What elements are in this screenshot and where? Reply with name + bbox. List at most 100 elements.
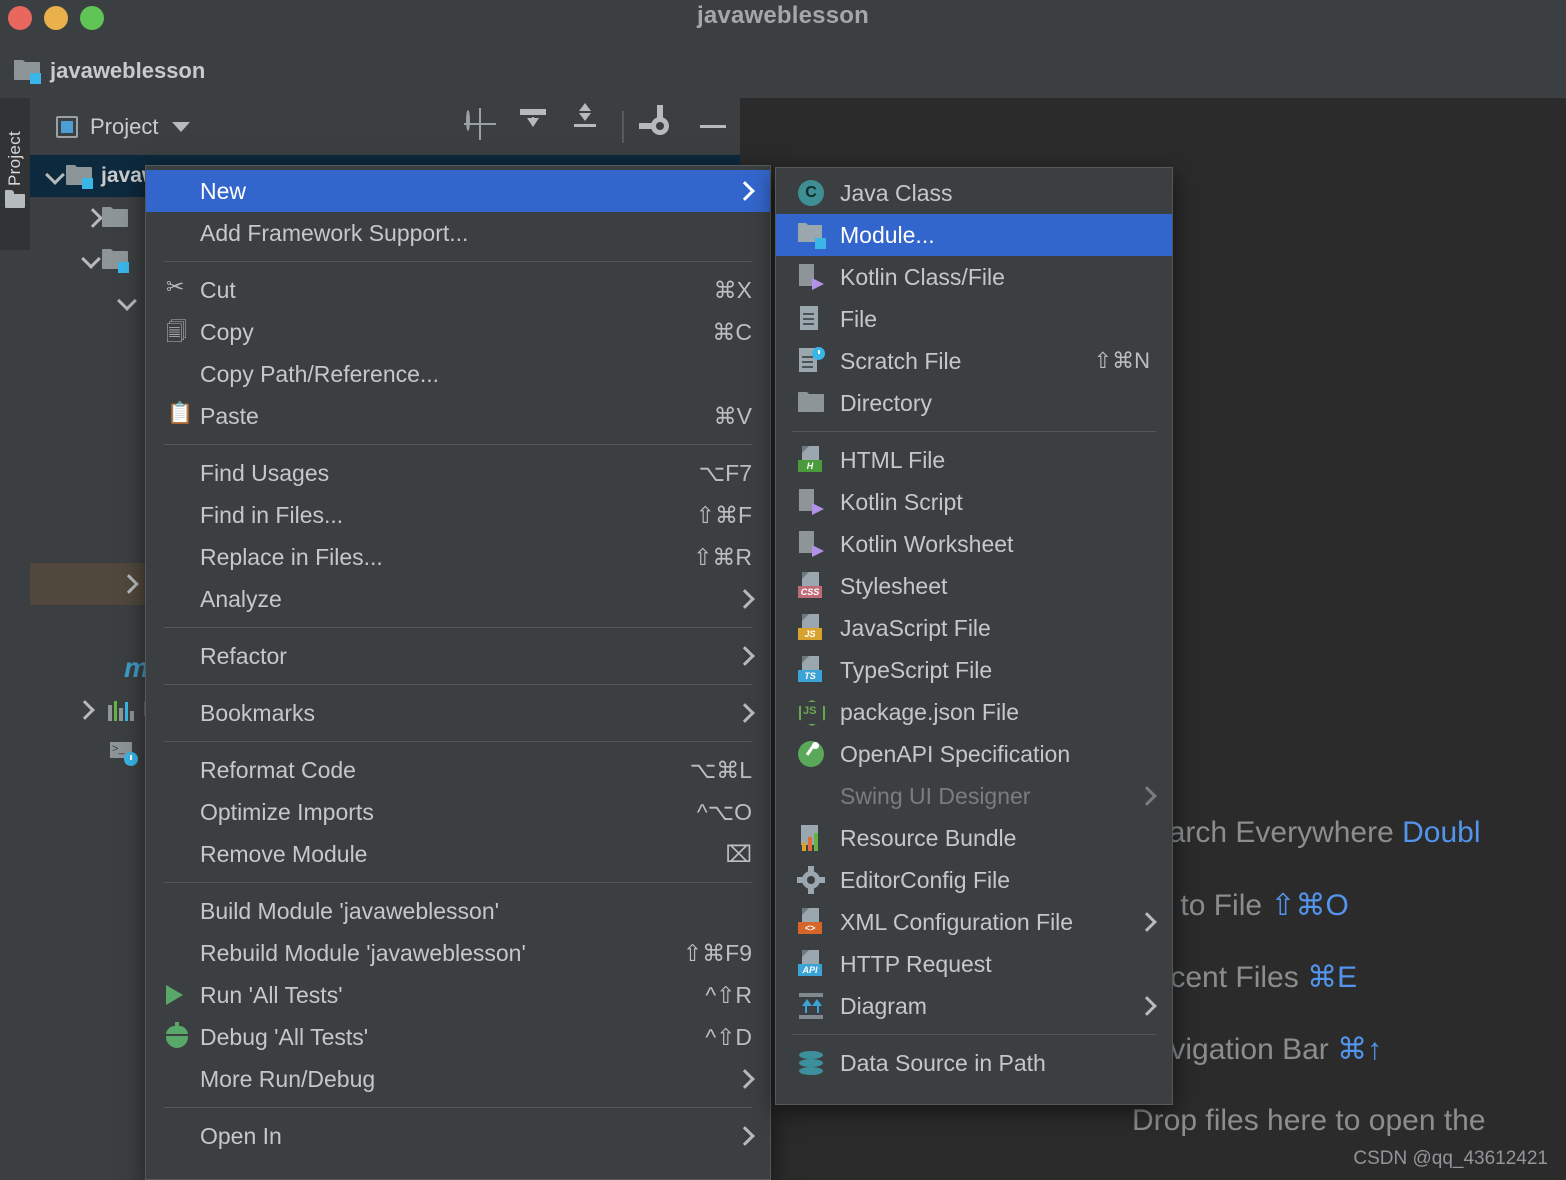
scratches-icon: >_ xyxy=(110,741,138,766)
menu-item-more-run-debug[interactable]: More Run/Debug xyxy=(146,1058,770,1100)
submenu-item-swing-ui-designer[interactable]: Swing UI Designer xyxy=(776,775,1172,817)
menu-item-label: Copy xyxy=(200,318,254,345)
hide-tool-window-icon[interactable] xyxy=(698,112,728,142)
submenu-item-editorconfig-file[interactable]: EditorConfig File xyxy=(776,859,1172,901)
menu-separator xyxy=(164,261,752,262)
submenu-item-javascript-file[interactable]: JS JavaScript File xyxy=(776,607,1172,649)
menu-item-build-module[interactable]: Build Module 'javaweblesson' xyxy=(146,890,770,932)
submenu-item-label: Kotlin Class/File xyxy=(840,263,1005,290)
submenu-item-http-request[interactable]: API HTTP Request xyxy=(776,943,1172,985)
submenu-item-html-file[interactable]: H HTML File xyxy=(776,439,1172,481)
menu-item-remove-module[interactable]: Remove Module ⌧ xyxy=(146,833,770,875)
menu-item-label: Replace in Files... xyxy=(200,543,383,570)
menu-item-cut[interactable]: Cut ⌘X xyxy=(146,269,770,311)
menu-separator xyxy=(164,1107,752,1108)
menu-item-label: Find in Files... xyxy=(200,501,344,528)
menu-item-add-framework-support[interactable]: Add Framework Support... xyxy=(146,212,770,254)
project-toolbar-actions xyxy=(466,98,728,155)
menu-item-copy-path-reference[interactable]: Copy Path/Reference... xyxy=(146,353,770,395)
chevron-down-icon[interactable] xyxy=(80,249,102,271)
menu-item-accelerator: ⇧⌘F9 xyxy=(682,939,752,966)
menu-item-label: Find Usages xyxy=(200,459,330,486)
submenu-item-typescript-file[interactable]: TS TypeScript File xyxy=(776,649,1172,691)
menu-separator xyxy=(164,741,752,742)
submenu-item-diagram[interactable]: Diagram xyxy=(776,985,1172,1027)
menu-separator xyxy=(164,627,752,628)
chevron-right-icon xyxy=(736,1128,752,1144)
submenu-item-module[interactable]: Module... xyxy=(776,214,1172,256)
menu-item-replace-in-files[interactable]: Replace in Files... ⇧⌘R xyxy=(146,536,770,578)
menu-item-accelerator: ^⇧R xyxy=(705,981,752,1008)
menu-item-run-all-tests[interactable]: Run 'All Tests' ^⇧R xyxy=(146,974,770,1016)
submenu-item-package-json-file[interactable]: package.json File xyxy=(776,691,1172,733)
chevron-right-icon[interactable] xyxy=(72,699,94,721)
new-submenu[interactable]: Java Class Module... Kotlin Class/File F… xyxy=(775,167,1173,1105)
chevron-down-icon[interactable] xyxy=(172,121,191,132)
openapi-icon xyxy=(798,741,840,767)
source-folder-icon xyxy=(102,249,129,273)
project-view-selector[interactable]: Project xyxy=(56,114,191,140)
submenu-item-label: XML Configuration File xyxy=(840,908,1074,935)
hint-shortcut: ⌘E xyxy=(1307,961,1358,994)
run-icon xyxy=(166,985,200,1005)
chevron-right-icon[interactable] xyxy=(116,573,138,595)
submenu-item-data-source-in-path[interactable]: Data Source in Path xyxy=(776,1042,1172,1084)
submenu-item-accelerator: ⇧⌘N xyxy=(1093,348,1150,373)
project-icon xyxy=(56,115,78,138)
menu-item-analyze[interactable]: Analyze xyxy=(146,578,770,620)
submenu-item-resource-bundle[interactable]: Resource Bundle xyxy=(776,817,1172,859)
menu-item-optimize-imports[interactable]: Optimize Imports ^⌥O xyxy=(146,791,770,833)
select-opened-file-icon[interactable] xyxy=(466,109,496,142)
sidebar-item-project[interactable]: Project xyxy=(0,98,30,250)
submenu-item-label: TypeScript File xyxy=(840,656,993,683)
submenu-item-java-class[interactable]: Java Class xyxy=(776,172,1172,214)
menu-item-label: Open In xyxy=(200,1122,282,1149)
submenu-item-directory[interactable]: Directory xyxy=(776,382,1172,424)
submenu-item-label: Stylesheet xyxy=(840,572,948,599)
menu-item-find-in-files[interactable]: Find in Files... ⇧⌘F xyxy=(146,494,770,536)
chevron-right-icon xyxy=(1138,998,1154,1014)
window-titlebar: javaweblesson xyxy=(0,0,1566,44)
menu-item-debug-all-tests[interactable]: Debug 'All Tests' ^⇧D xyxy=(146,1016,770,1058)
submenu-item-kotlin-script[interactable]: Kotlin Script xyxy=(776,481,1172,523)
chevron-down-icon[interactable] xyxy=(44,165,66,187)
settings-gear-icon[interactable] xyxy=(639,104,676,142)
menu-item-rebuild-module[interactable]: Rebuild Module 'javaweblesson' ⇧⌘F9 xyxy=(146,932,770,974)
menu-item-accelerator: ⌥⌘L xyxy=(689,756,752,783)
context-menu[interactable]: New Add Framework Support... Cut ⌘X Copy… xyxy=(145,165,771,1180)
submenu-item-label: Java Class xyxy=(840,179,953,206)
menu-item-reformat-code[interactable]: Reformat Code ⌥⌘L xyxy=(146,749,770,791)
submenu-item-file[interactable]: File xyxy=(776,298,1172,340)
menu-item-accelerator: ^⌥O xyxy=(696,798,752,825)
menu-item-new[interactable]: New xyxy=(146,170,770,212)
menu-item-find-usages[interactable]: Find Usages ⌥F7 xyxy=(146,452,770,494)
submenu-item-openapi-specification[interactable]: OpenAPI Specification xyxy=(776,733,1172,775)
submenu-item-kotlin-class-file[interactable]: Kotlin Class/File xyxy=(776,256,1172,298)
submenu-item-stylesheet[interactable]: CSS Stylesheet xyxy=(776,565,1172,607)
paste-icon xyxy=(166,402,200,429)
chevron-down-icon[interactable] xyxy=(116,291,138,313)
folder-icon xyxy=(5,190,25,208)
expand-all-icon[interactable] xyxy=(518,108,548,142)
menu-item-label: Reformat Code xyxy=(200,756,356,783)
submenu-item-scratch-file[interactable]: Scratch File ⇧⌘N xyxy=(776,340,1172,382)
submenu-item-xml-configuration-file[interactable]: <> XML Configuration File xyxy=(776,901,1172,943)
chevron-right-icon xyxy=(736,1071,752,1087)
menu-item-copy[interactable]: Copy ⌘C xyxy=(146,311,770,353)
menu-separator xyxy=(164,444,752,445)
chevron-right-icon[interactable] xyxy=(80,207,102,229)
hint-label: Drop files here to open the xyxy=(1132,1104,1486,1137)
menu-item-refactor[interactable]: Refactor xyxy=(146,635,770,677)
menu-item-open-in[interactable]: Open In xyxy=(146,1115,770,1157)
submenu-item-kotlin-worksheet[interactable]: Kotlin Worksheet xyxy=(776,523,1172,565)
collapse-all-icon[interactable] xyxy=(570,102,600,142)
navigation-bar[interactable]: javaweblesson xyxy=(0,44,1566,98)
watermark: CSDN @qq_43612421 xyxy=(1353,1148,1548,1169)
submenu-item-label: Resource Bundle xyxy=(840,824,1017,851)
menu-item-bookmarks[interactable]: Bookmarks xyxy=(146,692,770,734)
menu-item-label: Debug 'All Tests' xyxy=(200,1023,369,1050)
menu-item-paste[interactable]: Paste ⌘V xyxy=(146,395,770,437)
breadcrumb-project-name[interactable]: javaweblesson xyxy=(50,58,205,84)
ts-file-icon: TS xyxy=(798,656,840,684)
menu-item-accelerator: ⌘C xyxy=(712,318,752,345)
